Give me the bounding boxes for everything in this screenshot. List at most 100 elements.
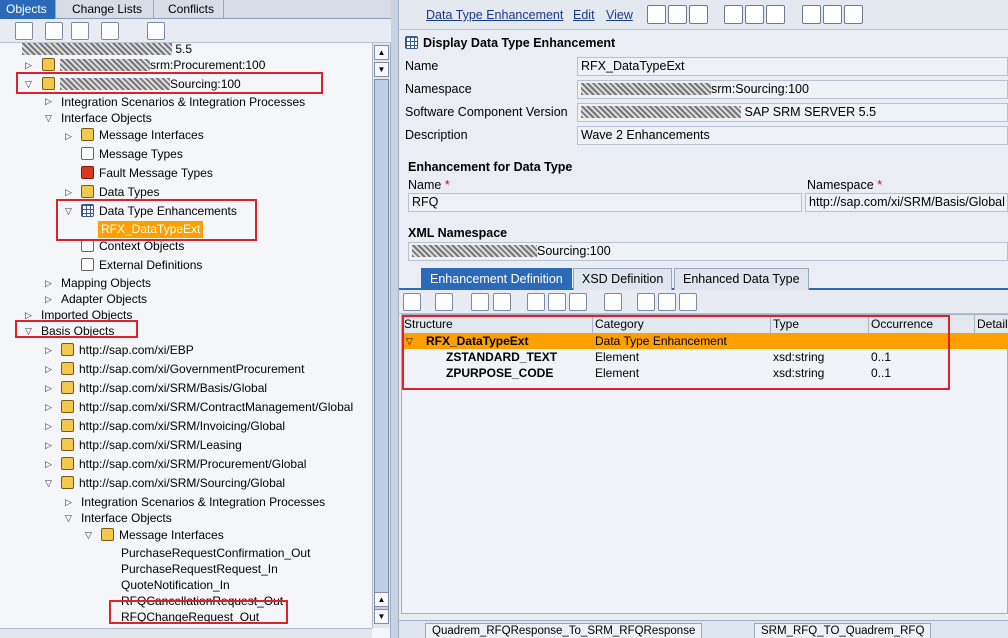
column-header-occurrence[interactable]: Occurrence xyxy=(869,315,975,333)
panel-splitter[interactable] xyxy=(391,0,399,638)
column-header-structure[interactable]: Structure xyxy=(402,315,593,333)
table-row[interactable]: ▽ RFX_DataTypeExt Data Type Enhancement xyxy=(402,333,1008,349)
expand-arrow-icon[interactable]: ▷ xyxy=(45,440,55,450)
tree-item-adapter-objects[interactable]: Adapter Objects xyxy=(61,291,147,308)
expand-arrow-icon[interactable]: ▷ xyxy=(45,96,55,106)
cut-icon[interactable] xyxy=(527,293,545,311)
insert-row-icon[interactable] xyxy=(435,293,453,311)
scroll-down-icon[interactable]: ▼ xyxy=(374,62,389,77)
delete-row-icon[interactable] xyxy=(493,293,511,311)
table-row[interactable]: ZSTANDARD_TEXT Element xsd:string 0..1 xyxy=(402,349,1008,365)
collapse-arrow-icon[interactable]: ▽ xyxy=(25,79,35,89)
collapse-icon[interactable] xyxy=(71,22,89,40)
expand-arrow-icon[interactable]: ▷ xyxy=(45,278,55,288)
expand-arrow-icon[interactable]: ▷ xyxy=(65,131,75,141)
tab-enhanced-data-type[interactable]: Enhanced Data Type xyxy=(674,268,809,290)
tree-item-ns-contract[interactable]: http://sap.com/xi/SRM/ContractManagement… xyxy=(61,399,353,416)
column-header-type[interactable]: Type xyxy=(771,315,869,333)
collapse-arrow-icon[interactable]: ▽ xyxy=(25,326,35,336)
tree-item-context-objects[interactable]: Context Objects xyxy=(81,238,184,255)
collapse-arrow-icon[interactable]: ▽ xyxy=(65,206,75,216)
tree-item-ns-sourcing[interactable]: http://sap.com/xi/SRM/Sourcing/Global xyxy=(61,475,285,492)
refresh-icon[interactable] xyxy=(403,293,421,311)
tree-item-fault-message-types[interactable]: Fault Message Types xyxy=(81,165,213,182)
scroll-up-icon[interactable]: ▲ xyxy=(374,592,389,607)
filter-icon[interactable] xyxy=(147,22,165,40)
expand-arrow-icon[interactable]: ▷ xyxy=(65,187,75,197)
tree-item-sourcing-ns[interactable]: Sourcing:100 xyxy=(42,76,241,93)
scroll-down-icon[interactable]: ▼ xyxy=(374,609,389,624)
expand-arrow-icon[interactable]: ▷ xyxy=(45,383,55,393)
collapse-arrow-icon[interactable]: ▽ xyxy=(65,513,75,523)
tree-item-ns-procurement[interactable]: http://sap.com/xi/SRM/Procurement/Global xyxy=(61,456,306,473)
description-field[interactable]: Wave 2 Enhancements xyxy=(577,126,1008,145)
refresh-icon[interactable] xyxy=(101,22,119,40)
tree-item-mapping-objects[interactable]: Mapping Objects xyxy=(61,275,151,292)
tree-item-ns-leasing[interactable]: http://sap.com/xi/SRM/Leasing xyxy=(61,437,242,454)
collapse-arrow-icon[interactable]: ▽ xyxy=(45,113,55,123)
scrollbar-thumb[interactable] xyxy=(374,79,389,619)
expand-arrow-icon[interactable]: ▷ xyxy=(45,459,55,469)
paste-icon[interactable] xyxy=(569,293,587,311)
settings-icon[interactable] xyxy=(679,293,697,311)
enh-name-field[interactable]: RFQ xyxy=(408,193,802,212)
tree-item-quote-notification[interactable]: QuoteNotification_In xyxy=(121,577,230,594)
tree-item-ns-basis-global[interactable]: http://sap.com/xi/SRM/Basis/Global xyxy=(61,380,267,397)
tree-item-pr-confirmation[interactable]: PurchaseRequestConfirmation_Out xyxy=(121,545,310,562)
expand-arrow-icon[interactable]: ▷ xyxy=(45,364,55,374)
tree-item-external-definitions[interactable]: External Definitions xyxy=(81,257,202,274)
info-icon[interactable] xyxy=(724,5,743,24)
edit-pencil-icon[interactable] xyxy=(647,5,666,24)
namespace-field[interactable]: srm:Sourcing:100 xyxy=(577,80,1008,99)
tab-open-mapping-2[interactable]: SRM_RFQ_TO_Quadrem_RFQ xyxy=(754,623,932,638)
columns-icon[interactable] xyxy=(658,293,676,311)
tree-vertical-scrollbar[interactable]: ▲ ▼ ▲ ▼ xyxy=(372,43,390,628)
copy-icon[interactable] xyxy=(689,5,708,24)
tree-item-ns-government[interactable]: http://sap.com/xi/GovernmentProcurement xyxy=(61,361,304,378)
tab-xsd-definition[interactable]: XSD Definition xyxy=(573,268,673,290)
table-row[interactable]: ZPURPOSE_CODE Element xsd:string 0..1 xyxy=(402,365,1008,381)
tab-change-lists[interactable]: Change Lists xyxy=(66,0,154,19)
tab-enhancement-definition[interactable]: Enhancement Definition xyxy=(421,268,572,290)
tab-open-mapping-1[interactable]: Quadrem_RFQResponse_To_SRM_RFQResponse xyxy=(425,623,703,638)
name-field[interactable]: RFX_DataTypeExt xyxy=(577,57,1008,76)
insert-subnode-icon[interactable] xyxy=(471,293,489,311)
tree-item-procurement-ns[interactable]: srm:Procurement:100 xyxy=(42,57,265,74)
tree-item-pr-request[interactable]: PurchaseRequestRequest_In xyxy=(121,561,278,578)
expand-arrow-icon[interactable]: ▷ xyxy=(45,421,55,431)
collapse-arrow-icon[interactable]: ▽ xyxy=(85,530,95,540)
tree-item-message-interfaces[interactable]: Message Interfaces xyxy=(81,127,204,144)
tree-item-swcv[interactable]: 5.5 xyxy=(22,43,192,58)
tree-item-integration-scenarios-2[interactable]: Integration Scenarios & Integration Proc… xyxy=(81,494,325,511)
expand-arrow-icon[interactable]: ▷ xyxy=(45,402,55,412)
swcv-field[interactable]: SAP SRM SERVER 5.5 xyxy=(577,103,1008,122)
tree-item-data-types[interactable]: Data Types xyxy=(81,184,159,201)
documentation-icon[interactable] xyxy=(844,5,863,24)
menu-view[interactable]: View xyxy=(606,8,633,22)
save-icon[interactable] xyxy=(668,5,687,24)
tree-item-rfq-cancellation[interactable]: RFQCancellationRequest_Out xyxy=(121,593,283,610)
collapse-arrow-icon[interactable]: ▽ xyxy=(404,333,413,349)
column-header-detail[interactable]: Detail xyxy=(975,315,1008,333)
tab-objects[interactable]: Objects xyxy=(0,0,56,19)
expand-arrow-icon[interactable]: ▷ xyxy=(45,294,55,304)
history-icon[interactable] xyxy=(823,5,842,24)
where-used-icon[interactable] xyxy=(766,5,785,24)
tree-item-ns-ebp[interactable]: http://sap.com/xi/EBP xyxy=(61,342,194,359)
copy-icon[interactable] xyxy=(548,293,566,311)
tree-item-basis-objects[interactable]: Basis Objects xyxy=(41,323,114,340)
tree-item-rfq-change[interactable]: RFQChangeRequest_Out xyxy=(121,609,259,626)
menu-data-type-enhancement[interactable]: Data Type Enhancement xyxy=(426,8,563,22)
enh-namespace-field[interactable]: http://sap.com/xi/SRM/Basis/Global xyxy=(805,193,1008,212)
tab-conflicts[interactable]: Conflicts xyxy=(162,0,224,19)
print-icon[interactable] xyxy=(802,5,821,24)
tree-item-interface-objects-2[interactable]: Interface Objects xyxy=(81,510,172,527)
tree-item-message-interfaces-2[interactable]: Message Interfaces xyxy=(101,527,224,544)
tree-horizontal-scrollbar[interactable] xyxy=(0,628,372,638)
expand-arrow-icon[interactable]: ▷ xyxy=(25,310,35,320)
search-icon[interactable] xyxy=(637,293,655,311)
tree-item-ns-invoicing[interactable]: http://sap.com/xi/SRM/Invoicing/Global xyxy=(61,418,285,435)
menu-edit[interactable]: Edit xyxy=(573,8,595,22)
expand-arrow-icon[interactable]: ▷ xyxy=(65,497,75,507)
tree-item-message-types[interactable]: Message Types xyxy=(81,146,183,163)
